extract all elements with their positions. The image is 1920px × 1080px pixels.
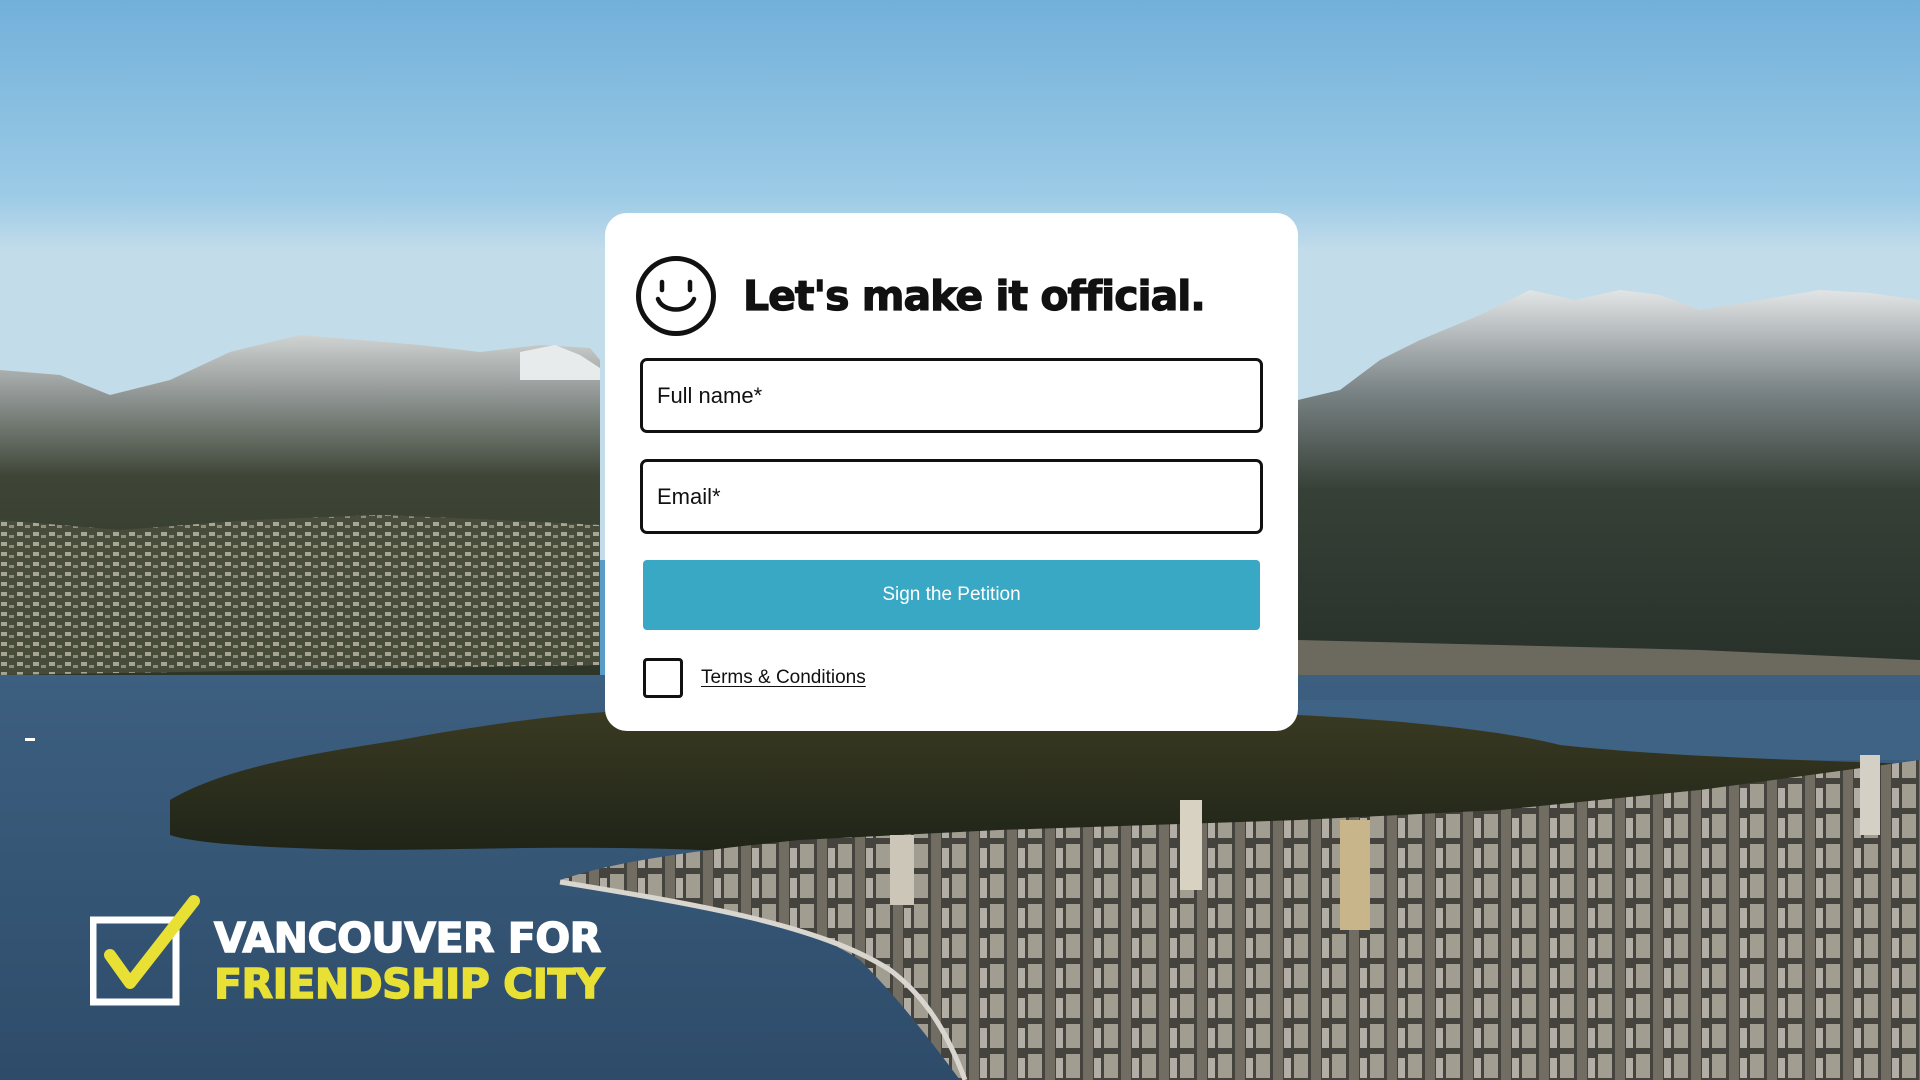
- logo-line-2: FRIENDSHIP CITY: [213, 960, 605, 1008]
- terms-checkbox[interactable]: [643, 658, 683, 698]
- sign-petition-button[interactable]: Sign the Petition: [643, 560, 1260, 630]
- checkbox-check-icon: [90, 895, 200, 1006]
- petition-card: Let's make it official. Sign the Petitio…: [605, 213, 1298, 731]
- card-header: Let's make it official.: [635, 255, 1206, 337]
- email-field[interactable]: [640, 459, 1263, 534]
- smiley-icon: [636, 256, 716, 336]
- terms-conditions-link[interactable]: Terms & Conditions: [701, 667, 866, 689]
- terms-row: Terms & Conditions: [643, 658, 866, 698]
- logo-wordmark: VANCOUVER FOR FRIENDSHIP CITY: [213, 914, 605, 1008]
- vancouver-friendship-city-logo: VANCOUVER FOR FRIENDSHIP CITY: [90, 893, 605, 1008]
- logo-line-1: VANCOUVER FOR: [213, 914, 602, 962]
- card-title: Let's make it official.: [742, 271, 1206, 320]
- full-name-field[interactable]: [640, 358, 1263, 433]
